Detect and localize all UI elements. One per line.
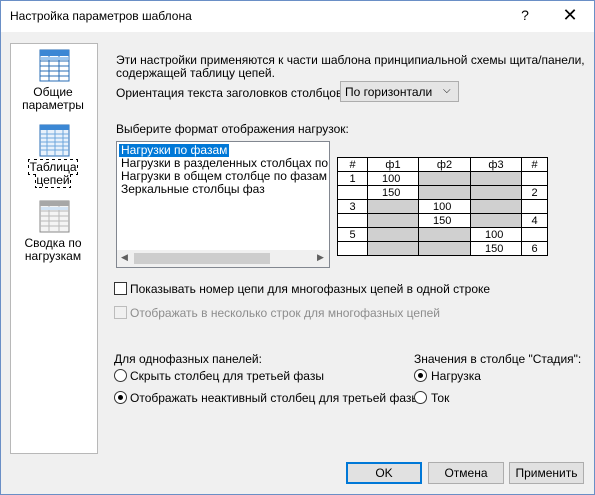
table-cell xyxy=(521,199,548,214)
radio-selected-dot xyxy=(418,373,423,378)
stage-load-radio[interactable] xyxy=(414,369,427,382)
nav-item-label: Таблица цепей xyxy=(28,159,78,188)
table-cell xyxy=(367,199,419,214)
close-button[interactable]: ✕ xyxy=(559,3,581,27)
circuit-table-icon xyxy=(39,124,70,157)
list-item[interactable]: Зеркальные столбцы фаз xyxy=(119,183,267,196)
scroll-left-icon[interactable]: ◀ xyxy=(121,252,128,263)
nav-item-load-summary[interactable]: Сводка по нагрузкам xyxy=(13,200,93,264)
table-cell: 2 xyxy=(521,185,548,200)
help-button[interactable]: ? xyxy=(517,7,533,23)
table-header-cell: ф3 xyxy=(470,157,522,172)
format-listbox[interactable]: Нагрузки по фазам Нагрузки в разделенных… xyxy=(116,141,330,268)
multi-row-label: Отображать в несколько строк для многофа… xyxy=(130,306,440,320)
apply-button[interactable]: Применить xyxy=(509,462,584,484)
table-header-cell: ф1 xyxy=(367,157,419,172)
table-header-cell: # xyxy=(521,157,548,172)
cancel-button[interactable]: Отмена xyxy=(428,462,504,484)
table-cell xyxy=(367,227,419,242)
table-cell: 150 xyxy=(418,213,471,228)
dialog-title: Настройка параметров шаблона xyxy=(10,9,192,23)
scroll-right-icon[interactable]: ▶ xyxy=(317,252,324,263)
description-text: Эти настройки применяются к части шаблон… xyxy=(116,53,585,67)
table-header-cell: ф2 xyxy=(418,157,471,172)
ok-button[interactable]: OK xyxy=(346,462,422,484)
table-row: 150 6 xyxy=(337,241,548,256)
load-preview-table: # ф1 ф2 ф3 # 1 100 150 2 3 100 150 4 5 1… xyxy=(337,157,548,256)
table-cell xyxy=(470,199,522,214)
table-cell xyxy=(418,241,471,256)
radio-selected-dot xyxy=(118,395,123,400)
table-cell xyxy=(418,227,471,242)
stage-load-label[interactable]: Нагрузка xyxy=(431,369,481,383)
table-cell: 100 xyxy=(470,227,522,242)
nav-item-general[interactable]: Общие параметры xyxy=(13,49,93,112)
table-row: # ф1 ф2 ф3 # xyxy=(337,157,548,172)
table-cell xyxy=(367,241,419,256)
orientation-dropdown[interactable]: По горизонтали ⌵ xyxy=(340,81,459,102)
table-cell xyxy=(521,227,548,242)
hide-third-phase-radio[interactable] xyxy=(114,369,127,382)
orientation-value: По горизонтали xyxy=(345,85,433,99)
single-phase-label: Для однофазных панелей: xyxy=(114,352,262,366)
title-bar: Настройка параметров шаблона ? ✕ xyxy=(1,1,594,32)
table-cell: 6 xyxy=(521,241,548,256)
show-inactive-third-phase-label[interactable]: Отображать неактивный столбец для третье… xyxy=(130,391,420,405)
format-label: Выберите формат отображения нагрузок: xyxy=(116,122,349,136)
table-cell xyxy=(337,213,368,228)
table-cell xyxy=(470,171,522,186)
table-cell xyxy=(337,185,368,200)
table-row: 3 100 xyxy=(337,199,548,214)
table-cell: 100 xyxy=(418,199,471,214)
horizontal-scrollbar[interactable]: ◀ ▶ xyxy=(117,250,329,267)
table-cell: 100 xyxy=(367,171,419,186)
general-settings-icon xyxy=(39,49,70,82)
table-cell xyxy=(470,213,522,228)
table-row: 1 100 xyxy=(337,171,548,186)
table-cell xyxy=(470,185,522,200)
chevron-down-icon: ⌵ xyxy=(443,85,451,96)
table-row: 5 100 xyxy=(337,227,548,242)
settings-nav: Общие параметры Таблица цепей Сводка по … xyxy=(10,43,98,454)
table-cell: 1 xyxy=(337,171,368,186)
stage-current-radio[interactable] xyxy=(414,391,427,404)
stage-label: Значения в столбце "Стадия": xyxy=(414,352,582,366)
table-cell: 5 xyxy=(337,227,368,242)
description-text: содержащей таблицу цепей. xyxy=(116,66,275,80)
table-cell: 3 xyxy=(337,199,368,214)
load-summary-icon xyxy=(39,200,70,233)
show-circuit-number-label[interactable]: Показывать номер цепи для многофазных це… xyxy=(130,282,490,296)
scrollbar-thumb[interactable] xyxy=(134,253,270,264)
hide-third-phase-label[interactable]: Скрыть столбец для третьей фазы xyxy=(130,369,324,383)
table-cell xyxy=(418,185,471,200)
dialog-window: Настройка параметров шаблона ? ✕ Общие п… xyxy=(0,0,595,495)
nav-item-circuit-table[interactable]: Таблица цепей xyxy=(13,124,93,188)
show-circuit-number-checkbox[interactable] xyxy=(114,282,127,295)
table-row: 150 4 xyxy=(337,213,548,228)
multi-row-checkbox xyxy=(114,306,127,319)
orientation-label: Ориентация текста заголовков столбцов: xyxy=(116,86,346,100)
nav-item-label: Общие параметры xyxy=(22,85,84,112)
nav-item-label: Сводка по нагрузкам xyxy=(24,236,82,263)
stage-current-label[interactable]: Ток xyxy=(431,391,449,405)
table-cell xyxy=(521,171,548,186)
table-header-cell: # xyxy=(337,157,368,172)
table-cell: 150 xyxy=(367,185,419,200)
show-inactive-third-phase-radio[interactable] xyxy=(114,391,127,404)
table-cell xyxy=(367,213,419,228)
table-cell: 4 xyxy=(521,213,548,228)
table-cell: 150 xyxy=(470,241,522,256)
table-row: 150 2 xyxy=(337,185,548,200)
table-cell xyxy=(337,241,368,256)
table-cell xyxy=(418,171,471,186)
